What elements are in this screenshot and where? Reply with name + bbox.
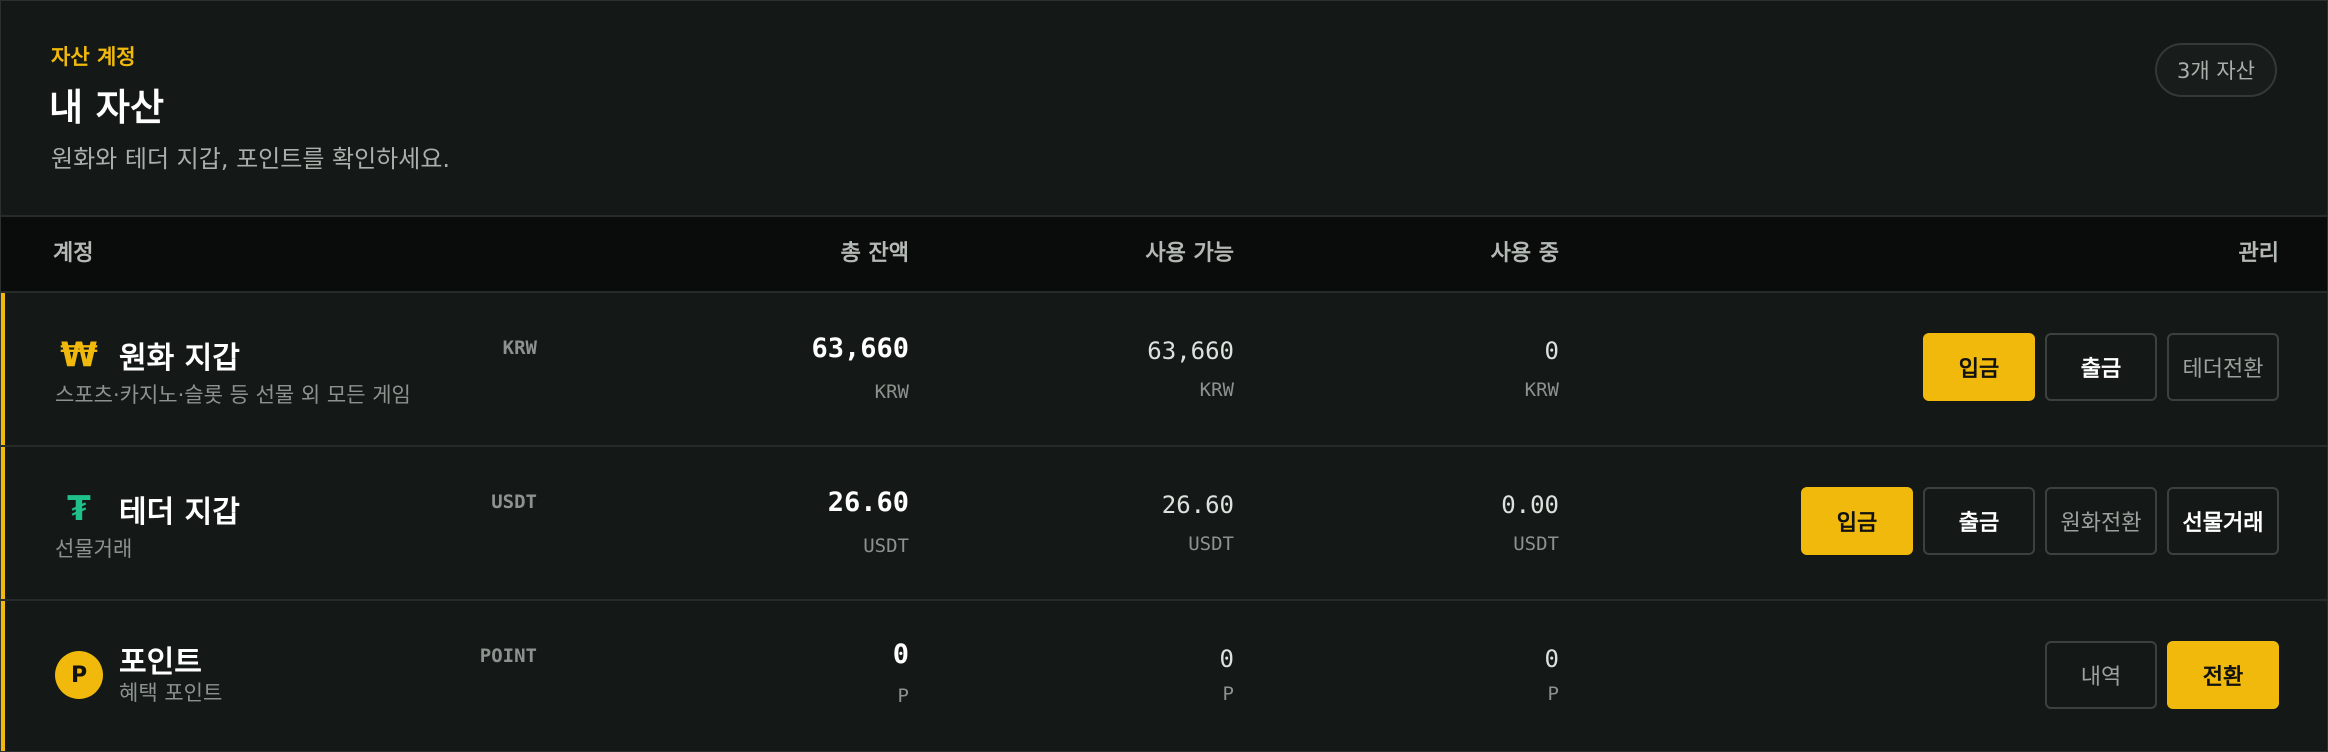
page-subtitle: 원화와 테더 지갑, 포인트를 확인하세요. bbox=[51, 145, 451, 173]
futures-trade-button[interactable]: 선물거래 bbox=[2167, 487, 2279, 555]
available-unit: P bbox=[1222, 683, 1234, 705]
table-row-point: P 포인트 혜택 포인트 POINT 0 P 0 P 0 P 내역 전환 bbox=[1, 601, 2327, 751]
total-balance: 26.60 bbox=[827, 487, 909, 518]
asset-count-badge: 3개 자산 bbox=[2155, 43, 2277, 97]
withdraw-button[interactable]: 출금 bbox=[1923, 487, 2035, 555]
total-balance: 0 bbox=[892, 639, 909, 670]
convert-to-tether-button[interactable]: 테더전환 bbox=[2167, 333, 2279, 401]
account-name: 테더 지갑 bbox=[119, 495, 240, 530]
account-description: 혜택 포인트 bbox=[119, 681, 223, 705]
total-balance: 63,660 bbox=[811, 333, 909, 364]
available-unit: KRW bbox=[1199, 379, 1234, 401]
total-unit: P bbox=[897, 685, 909, 707]
currency-code: KRW bbox=[502, 337, 537, 359]
tether-icon: ₮ bbox=[67, 489, 91, 529]
page-title: 내 자산 bbox=[49, 86, 165, 129]
convert-to-won-button[interactable]: 원화전환 bbox=[2045, 487, 2157, 555]
table-row-usdt: ₮ 테더 지갑 선물거래 USDT 26.60 USDT 26.60 USDT … bbox=[1, 447, 2327, 601]
assets-panel: 자산 계정 내 자산 원화와 테더 지갑, 포인트를 확인하세요. 3개 자산 … bbox=[0, 0, 2328, 752]
available-balance: 63,660 bbox=[1147, 337, 1234, 365]
history-button[interactable]: 내역 bbox=[2045, 641, 2157, 709]
in-use-unit: USDT bbox=[1513, 533, 1559, 555]
column-header-total: 총 잔액 bbox=[840, 241, 909, 266]
available-balance: 0 bbox=[1219, 645, 1234, 673]
available-unit: USDT bbox=[1188, 533, 1234, 555]
currency-code: USDT bbox=[491, 491, 537, 513]
deposit-button[interactable]: 입금 bbox=[1801, 487, 1913, 555]
account-name: 포인트 bbox=[119, 645, 202, 680]
section-eyebrow: 자산 계정 bbox=[51, 45, 136, 69]
in-use-balance: 0 bbox=[1544, 645, 1559, 673]
table-row-krw: ₩ 원화 지갑 스포츠·카지노·슬롯 등 선물 외 모든 게임 KRW 63,6… bbox=[1, 293, 2327, 447]
table-header: 계정 총 잔액 사용 가능 사용 중 관리 bbox=[1, 215, 2327, 293]
total-unit: KRW bbox=[874, 381, 909, 403]
total-unit: USDT bbox=[863, 535, 909, 557]
point-icon: P bbox=[55, 651, 103, 699]
row-accent-bar bbox=[1, 447, 5, 599]
assets-header: 자산 계정 내 자산 원화와 테더 지갑, 포인트를 확인하세요. 3개 자산 bbox=[1, 1, 2327, 215]
deposit-button[interactable]: 입금 bbox=[1923, 333, 2035, 401]
account-description: 스포츠·카지노·슬롯 등 선물 외 모든 게임 bbox=[55, 383, 411, 407]
in-use-balance: 0.00 bbox=[1501, 491, 1559, 519]
row-accent-bar bbox=[1, 601, 5, 751]
column-header-in-use: 사용 중 bbox=[1490, 241, 1559, 266]
convert-button[interactable]: 전환 bbox=[2167, 641, 2279, 709]
won-icon: ₩ bbox=[60, 335, 98, 375]
in-use-unit: KRW bbox=[1524, 379, 1559, 401]
account-description: 선물거래 bbox=[55, 537, 133, 561]
withdraw-button[interactable]: 출금 bbox=[2045, 333, 2157, 401]
row-accent-bar bbox=[1, 293, 5, 445]
in-use-balance: 0 bbox=[1544, 337, 1559, 365]
in-use-unit: P bbox=[1547, 683, 1559, 705]
account-name: 원화 지갑 bbox=[119, 341, 240, 376]
currency-code: POINT bbox=[479, 645, 537, 667]
available-balance: 26.60 bbox=[1161, 491, 1234, 519]
column-header-account: 계정 bbox=[53, 241, 94, 266]
column-header-available: 사용 가능 bbox=[1145, 241, 1234, 266]
column-header-manage: 관리 bbox=[2238, 241, 2279, 266]
